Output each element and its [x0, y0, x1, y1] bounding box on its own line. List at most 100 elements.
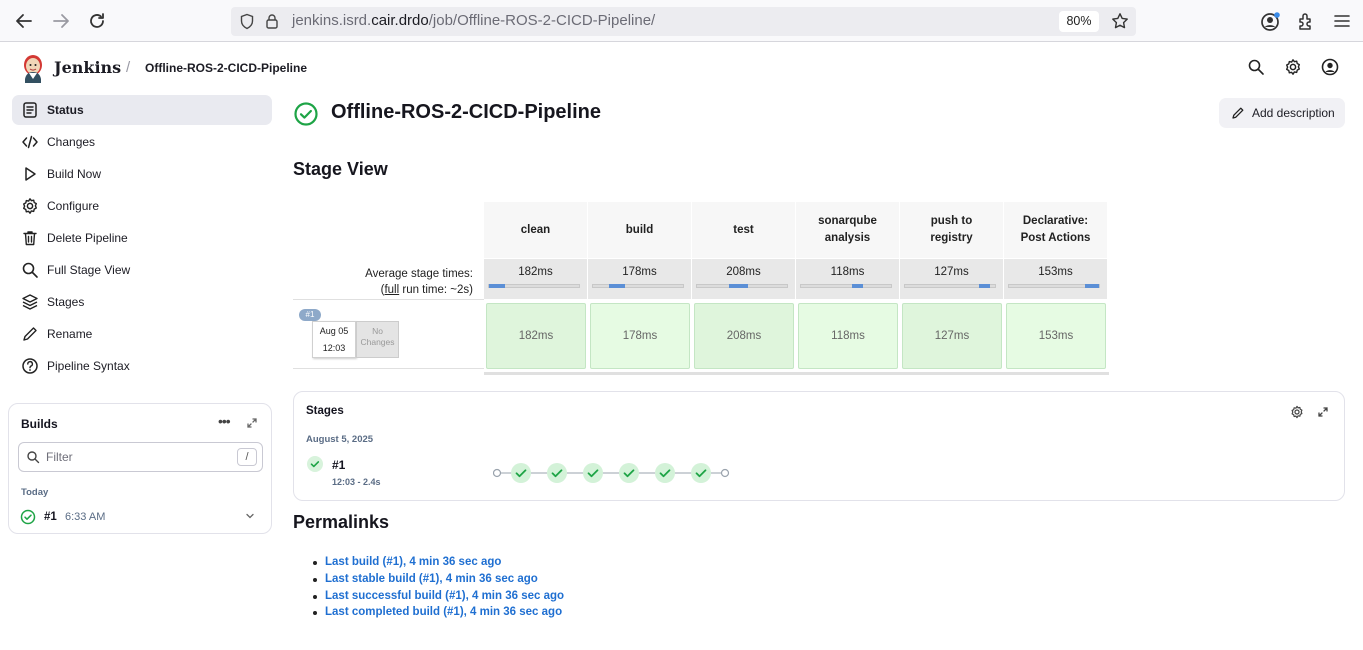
jenkins-brand[interactable]: Jenkins — [54, 58, 121, 77]
build-number[interactable]: #1 — [44, 511, 57, 523]
stage-progress-fill — [1084, 284, 1099, 288]
stage-cell[interactable]: 182ms — [486, 303, 586, 369]
stage-cell[interactable]: 153ms — [1006, 303, 1106, 369]
reload-icon[interactable] — [86, 10, 108, 32]
sidebar-item-label: Configure — [47, 199, 100, 213]
permalinks-title: Permalinks — [293, 512, 390, 532]
search-icon[interactable] — [1247, 58, 1265, 76]
expand-icon[interactable] — [1317, 406, 1329, 418]
more-options-icon[interactable]: ••• — [218, 413, 231, 429]
builds-group-label: Today — [21, 487, 49, 498]
permalink-last-completed-build[interactable]: Last completed build (#1), 4 min 36 sec … — [325, 606, 562, 618]
stage-node-icon[interactable] — [547, 463, 567, 483]
builds-title: Builds — [21, 417, 58, 431]
bookmark-star-icon[interactable] — [1111, 12, 1129, 30]
expand-icon[interactable] — [246, 417, 258, 429]
jenkins-logo-icon[interactable] — [21, 54, 45, 84]
breadcrumb-separator: / — [126, 59, 131, 76]
build-row[interactable]: #1 6:33 AM — [20, 507, 263, 527]
sidebar-item-build-now[interactable]: Build Now — [12, 159, 272, 189]
account-icon[interactable] — [1259, 11, 1281, 33]
sidebar-item-pipeline-syntax[interactable]: Pipeline Syntax — [12, 351, 272, 381]
jenkins-header: Jenkins / Offline-ROS-2-CICD-Pipeline — [0, 43, 1363, 93]
stage-node-icon[interactable] — [583, 463, 603, 483]
keyboard-shortcut-badge: / — [237, 448, 257, 466]
lock-icon[interactable] — [265, 13, 279, 30]
stage-progress-bar — [592, 284, 684, 288]
sidebar-item-stages[interactable]: Stages — [12, 287, 272, 317]
stage-progress-fill — [489, 284, 506, 288]
stage-node-icon[interactable] — [619, 463, 639, 483]
builds-panel: Builds ••• / Today #1 6:33 AM — [8, 403, 272, 534]
stage-view-title: Stage View — [293, 159, 388, 179]
address-bar[interactable]: jenkins.isrd.cair.drdo/job/Offline-ROS-2… — [231, 7, 1136, 36]
menu-icon[interactable] — [1333, 11, 1351, 31]
stage-cell[interactable]: 127ms — [902, 303, 1002, 369]
stage-progress-bar — [696, 284, 788, 288]
stage-header: build — [588, 202, 692, 258]
permalink-last-build[interactable]: Last build (#1), 4 min 36 sec ago — [325, 556, 501, 568]
sidebar-item-label: Stages — [47, 295, 85, 309]
sidebar-item-delete-pipeline[interactable]: Delete Pipeline — [12, 223, 272, 253]
stages-card-title: Stages — [306, 405, 344, 417]
filter-field[interactable]: / — [18, 442, 263, 472]
pipeline-graph — [493, 463, 730, 483]
stage-node-icon[interactable] — [691, 463, 711, 483]
stage-average-time: 127ms — [900, 259, 1004, 299]
stage-cell[interactable]: 178ms — [590, 303, 690, 369]
pencil-icon — [23, 327, 37, 341]
shield-icon[interactable] — [239, 13, 255, 30]
add-description-button[interactable]: Add description — [1219, 98, 1345, 128]
permalink-last-stable-build[interactable]: Last stable build (#1), 4 min 36 sec ago — [325, 573, 538, 585]
chevron-down-icon[interactable] — [245, 511, 255, 521]
sidebar-item-status[interactable]: Status — [12, 95, 272, 125]
breadcrumb-job[interactable]: Offline-ROS-2-CICD-Pipeline — [145, 61, 307, 75]
stages-card: Stages August 5, 2025 #1 12:03 - 2.4s — [293, 391, 1345, 501]
graph-end-node — [720, 468, 730, 478]
permalink-item: Last stable build (#1), 4 min 36 sec ago — [313, 573, 564, 590]
stage-node-icon[interactable] — [655, 463, 675, 483]
sidebar-item-full-stage-view[interactable]: Full Stage View — [12, 255, 272, 285]
stage-progress-fill — [609, 284, 626, 288]
zoom-level[interactable]: 80% — [1059, 11, 1099, 32]
success-check-icon — [306, 455, 324, 473]
run-date-box[interactable]: Aug 05 12:03 — [312, 321, 356, 358]
sidebar-item-rename[interactable]: Rename — [12, 319, 272, 349]
stage-progress-bar — [800, 284, 892, 288]
stages-date: August 5, 2025 — [306, 434, 374, 445]
stage-view-table: Average stage times: (full run time: ~2s… — [293, 202, 1109, 375]
trash-icon — [23, 231, 37, 246]
user-icon[interactable] — [1321, 58, 1339, 76]
stage-average-time: 118ms — [796, 259, 900, 299]
stage-average-time: 182ms — [484, 259, 588, 299]
stage-node-icon[interactable] — [511, 463, 531, 483]
stage-cell[interactable]: 208ms — [694, 303, 794, 369]
forward-icon[interactable] — [50, 10, 72, 32]
table-shadow — [484, 372, 1109, 375]
gear-icon[interactable] — [1290, 405, 1304, 419]
url-text[interactable]: jenkins.isrd.cair.drdo/job/Offline-ROS-2… — [292, 12, 655, 29]
run-changes-box: No Changes — [356, 321, 399, 358]
full-run-time-link[interactable]: full — [384, 284, 399, 296]
stages-run-number[interactable]: #1 — [332, 458, 345, 472]
sidebar-item-changes[interactable]: Changes — [12, 127, 272, 157]
stage-header: push to registry — [900, 202, 1004, 258]
extensions-icon[interactable] — [1296, 11, 1316, 31]
sidebar-item-label: Delete Pipeline — [47, 231, 128, 245]
sidebar-item-label: Build Now — [47, 167, 102, 181]
sidebar-item-label: Full Stage View — [47, 263, 131, 277]
stage-cell[interactable]: 118ms — [798, 303, 898, 369]
permalink-item: Last build (#1), 4 min 36 sec ago — [313, 556, 564, 573]
sidebar-item-configure[interactable]: Configure — [12, 191, 272, 221]
average-stage-times-label: Average stage times: (full run time: ~2s… — [365, 268, 473, 296]
permalink-item: Last completed build (#1), 4 min 36 sec … — [313, 606, 564, 623]
permalink-item: Last successful build (#1), 4 min 36 sec… — [313, 590, 564, 607]
stage-header: test — [692, 202, 796, 258]
graph-start-node — [493, 468, 502, 478]
run-badge[interactable]: #1 — [299, 309, 321, 321]
success-check-icon — [20, 509, 36, 525]
permalink-last-successful-build[interactable]: Last successful build (#1), 4 min 36 sec… — [325, 590, 564, 602]
settings-gear-icon[interactable] — [1284, 58, 1302, 76]
filter-input[interactable] — [46, 448, 226, 466]
back-icon[interactable] — [13, 10, 35, 32]
